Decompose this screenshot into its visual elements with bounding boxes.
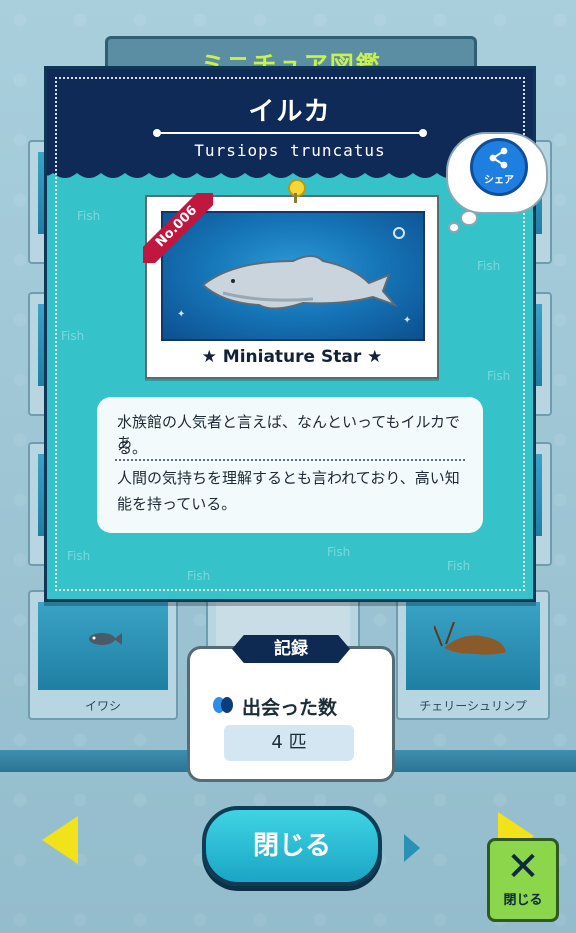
description-line: 能を持っている。	[117, 495, 237, 513]
photo-caption: ★ Miniature Star ★	[201, 347, 383, 367]
number-badge: No.006	[143, 193, 213, 263]
corner-close-button[interactable]: ✕ 閉じる	[487, 838, 559, 922]
description-line: 人間の気持ちを理解するとも言われており、高い知	[117, 469, 460, 487]
record-panel: 記録 出会った数 4 匹	[187, 635, 395, 782]
sardine-icon	[89, 633, 122, 645]
pushpin-stem	[294, 193, 297, 203]
close-x-icon: ✕	[506, 844, 540, 890]
svg-text:✦: ✦	[177, 309, 185, 320]
record-tag: 記録	[232, 635, 350, 663]
description-separator	[115, 459, 465, 461]
shrimp-icon	[434, 622, 506, 655]
corner-close-label: 閉じる	[503, 893, 543, 908]
previous-arrow-button[interactable]	[42, 816, 78, 864]
share-bubble: シェア	[440, 122, 548, 233]
next-small-arrow-icon	[404, 834, 420, 862]
card-name: チェリーシュリンプ	[419, 699, 527, 713]
pushpin-icon	[288, 179, 306, 197]
title-divider	[153, 129, 427, 137]
share-label: シェア	[484, 175, 514, 186]
description-box: 水族館の人気者と言えば、なんといってもイルカであ る。 人間の気持ちを理解すると…	[97, 397, 483, 533]
encounter-count-label: 出会った数	[242, 697, 338, 719]
svg-text:✦: ✦	[403, 315, 411, 326]
collection-card-cherry-shrimp[interactable]: チェリーシュリンプ	[396, 590, 550, 720]
share-icon	[473, 147, 525, 174]
cloud-dot	[448, 222, 460, 233]
encounter-count-value: 4 匹	[224, 725, 354, 761]
cloud-dot	[460, 210, 478, 226]
collection-card-sardine[interactable]: イワシ	[28, 590, 178, 720]
encounter-icon	[213, 697, 233, 713]
close-button[interactable]: 閉じる	[202, 806, 382, 886]
description-line: る。	[117, 439, 148, 457]
share-button[interactable]: シェア	[470, 138, 528, 196]
card-name: イワシ	[84, 699, 121, 713]
